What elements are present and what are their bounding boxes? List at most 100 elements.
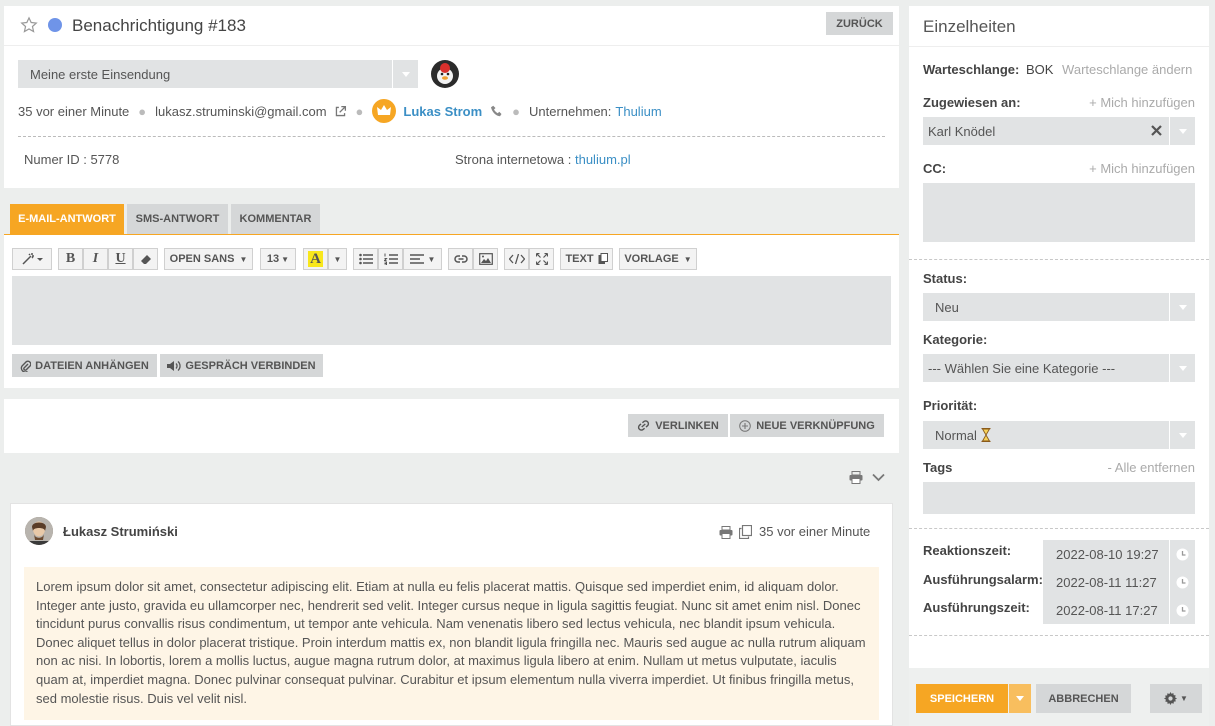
- italic-button[interactable]: I: [83, 248, 108, 270]
- font-size-dropdown[interactable]: 13 ▼: [260, 248, 296, 270]
- avatar[interactable]: [431, 60, 459, 88]
- clock-icon[interactable]: [1169, 568, 1195, 596]
- external-link-icon[interactable]: [334, 105, 347, 118]
- eraser-button[interactable]: [133, 248, 158, 270]
- save-button[interactable]: SPEICHERN: [916, 684, 1008, 713]
- text-paste-label: TEXT: [565, 253, 594, 265]
- save-dropdown-button[interactable]: [1009, 684, 1031, 713]
- align-dropdown[interactable]: ▼: [403, 248, 442, 270]
- submission-select[interactable]: Meine erste Einsendung: [18, 60, 418, 88]
- website-link[interactable]: thulium.pl: [575, 152, 631, 167]
- image-button[interactable]: [473, 248, 498, 270]
- details-title: Einzelheiten: [923, 17, 1016, 36]
- fullscreen-button[interactable]: [529, 248, 554, 270]
- execution-alarm-label: Ausführungsalarm:: [923, 572, 1043, 587]
- tags-input[interactable]: [923, 482, 1195, 514]
- category-select[interactable]: --- Wählen Sie eine Kategorie ---: [923, 354, 1195, 382]
- reaction-time-input[interactable]: 2022-08-10 19:27: [1043, 540, 1195, 568]
- chevron-down-icon[interactable]: [872, 473, 885, 482]
- template-dropdown[interactable]: VORLAGE ▼: [619, 248, 697, 270]
- separator-dot: ●: [512, 103, 521, 119]
- copy-icon[interactable]: [739, 525, 752, 539]
- underline-button[interactable]: U: [108, 248, 133, 270]
- message-time: 35 vor einer Minute: [759, 524, 871, 539]
- print-icon[interactable]: [849, 471, 863, 484]
- queue-change-link[interactable]: Warteschlange ändern: [1062, 62, 1192, 77]
- assigned-select[interactable]: Karl Knödel: [923, 117, 1195, 145]
- chevron-down-icon: [1169, 117, 1195, 145]
- text-color-button[interactable]: A: [303, 248, 328, 270]
- execution-alarm-value: 2022-08-11 11:27: [1056, 575, 1157, 590]
- submission-select-value: Meine erste Einsendung: [30, 66, 171, 82]
- template-label: VORLAGE: [624, 253, 679, 265]
- contact-name-link[interactable]: Lukas Strom: [403, 104, 482, 119]
- link-ticket-label: VERLINKEN: [655, 419, 719, 432]
- contact-id: Numer ID : 5778: [24, 152, 120, 167]
- bold-button[interactable]: B: [58, 248, 83, 270]
- print-message-icon[interactable]: [719, 526, 733, 539]
- text-color-dropdown[interactable]: ▼: [328, 248, 347, 270]
- details-title-divider: [909, 46, 1209, 47]
- reply-textarea[interactable]: [12, 276, 891, 345]
- status-value: Neu: [935, 299, 959, 315]
- font-family-value: OPEN SANS: [169, 253, 235, 265]
- cancel-button[interactable]: ABBRECHEN: [1036, 684, 1131, 713]
- gear-icon: [1164, 692, 1178, 705]
- code-view-button[interactable]: [504, 248, 529, 270]
- tab-sms-reply[interactable]: SMS-ANTWORT: [127, 204, 228, 234]
- priority-select[interactable]: Normal: [923, 421, 1195, 449]
- connect-call-button[interactable]: GESPRÄCH VERBINDEN: [160, 354, 323, 377]
- divider: [909, 635, 1209, 636]
- attach-files-button[interactable]: DATEIEN ANHÄNGEN: [12, 354, 157, 377]
- tags-label: Tags: [923, 460, 953, 475]
- new-link-button[interactable]: NEUE VERKNÜPFUNG: [730, 414, 884, 437]
- status-label: Status:: [923, 271, 968, 286]
- status-select[interactable]: Neu: [923, 293, 1195, 321]
- link-ticket-button[interactable]: VERLINKEN: [628, 414, 728, 437]
- execution-time-input[interactable]: 2022-08-11 17:27: [1043, 596, 1195, 624]
- divider: [909, 259, 1209, 260]
- execution-time-label: Ausführungszeit:: [923, 600, 1030, 615]
- author-avatar: [25, 517, 53, 545]
- bullet-list-button[interactable]: [353, 248, 378, 270]
- queue-row: Warteschlange: BOK Warteschlange ändern: [923, 62, 1192, 77]
- settings-dropdown-button[interactable]: ▼: [1150, 684, 1202, 713]
- assigned-value: Karl Knödel: [928, 123, 996, 139]
- back-button[interactable]: ZURÜCK: [826, 12, 893, 35]
- contact-info-row: 35 vor einer Minute ● lukasz.struminski@…: [18, 99, 662, 123]
- attach-files-label: DATEIEN ANHÄNGEN: [35, 359, 149, 372]
- tab-comment[interactable]: KOMMENTAR: [231, 204, 320, 234]
- text-paste-button[interactable]: TEXT: [560, 248, 613, 270]
- chevron-down-icon: [1169, 293, 1195, 321]
- website-row: Strona internetowa : thulium.pl: [455, 152, 631, 167]
- star-icon[interactable]: [20, 16, 38, 34]
- separator-dot: ●: [355, 103, 364, 119]
- queue-label: Warteschlange:: [923, 62, 1020, 77]
- assigned-add-me-link[interactable]: + Mich hinzufügen: [1089, 95, 1195, 110]
- tab-email-reply[interactable]: E-MAIL-ANTWORT: [10, 204, 124, 234]
- clock-icon[interactable]: [1169, 596, 1195, 624]
- priority-value: Normal: [935, 427, 977, 443]
- clock-icon[interactable]: [1169, 540, 1195, 568]
- company-label: Unternehmen:: [529, 103, 612, 119]
- clear-icon[interactable]: [1151, 125, 1162, 136]
- magic-wand-button[interactable]: [12, 248, 52, 270]
- contact-email: lukasz.struminski@gmail.com: [155, 103, 327, 119]
- separator-dot: ●: [138, 103, 147, 119]
- status-dot: [48, 18, 62, 32]
- font-size-value: 13: [266, 253, 280, 265]
- reply-tabs: E-MAIL-ANTWORT SMS-ANTWORT KOMMENTAR: [4, 204, 320, 235]
- chevron-down-icon: [1169, 354, 1195, 382]
- execution-alarm-input[interactable]: 2022-08-11 11:27: [1043, 568, 1195, 596]
- font-family-dropdown[interactable]: OPEN SANS ▼: [164, 248, 253, 270]
- connect-call-label: GESPRÄCH VERBINDEN: [185, 359, 316, 372]
- remove-all-tags-link[interactable]: - Alle entfernen: [1108, 460, 1195, 475]
- cc-add-me-link[interactable]: + Mich hinzufügen: [1089, 161, 1195, 176]
- numbered-list-button[interactable]: [378, 248, 403, 270]
- phone-icon[interactable]: [491, 105, 503, 117]
- page-title: Benachrichtigung #183: [72, 16, 246, 35]
- link-button[interactable]: [448, 248, 473, 270]
- chevron-down-icon: [1016, 696, 1024, 701]
- company-link[interactable]: Thulium: [615, 104, 661, 119]
- cc-input[interactable]: [923, 183, 1195, 242]
